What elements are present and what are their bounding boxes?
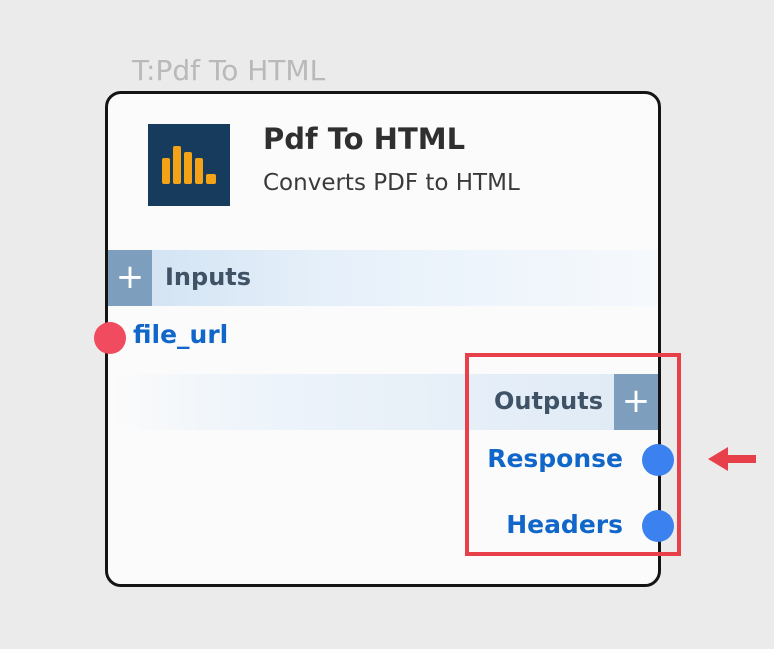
add-output-button[interactable]: + bbox=[614, 374, 658, 430]
node-title: Pdf To HTML bbox=[263, 122, 466, 156]
outputs-section-label: Outputs bbox=[494, 387, 603, 415]
outputs-section-bar: Outputs + bbox=[108, 374, 658, 430]
bar-chart-logo-icon bbox=[148, 124, 230, 206]
inputs-section-label: Inputs bbox=[165, 263, 252, 291]
pointer-arrow-icon bbox=[706, 446, 758, 472]
node-description: Converts PDF to HTML bbox=[263, 170, 520, 196]
output-port-response-label: Response bbox=[487, 444, 623, 473]
output-port-headers-label: Headers bbox=[506, 510, 623, 539]
output-port-headers-dot[interactable] bbox=[642, 510, 674, 542]
node-tag-label: T:Pdf To HTML bbox=[132, 54, 326, 87]
inputs-section-bar: + Inputs bbox=[108, 250, 658, 306]
add-input-button[interactable]: + bbox=[108, 250, 152, 306]
input-port-dot[interactable] bbox=[94, 322, 126, 354]
input-port-file-url-label: file_url bbox=[133, 320, 229, 349]
node-card[interactable]: Pdf To HTML Converts PDF to HTML + Input… bbox=[94, 91, 674, 587]
output-port-response-dot[interactable] bbox=[642, 444, 674, 476]
